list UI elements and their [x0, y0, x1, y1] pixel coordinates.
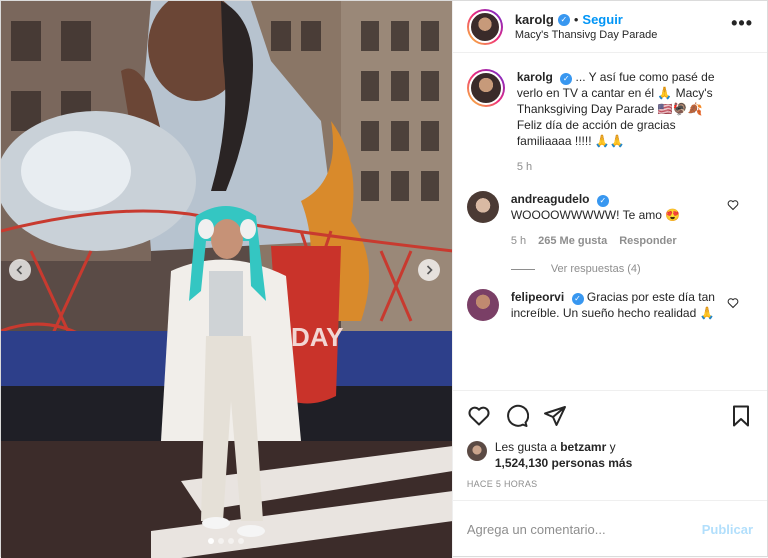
heart-icon[interactable]	[467, 404, 491, 428]
float-sign-text: DAY	[291, 322, 344, 352]
verified-badge-icon: ✓	[560, 73, 573, 85]
likes-summary[interactable]: Les gusta a betzamr y 1,524,130 personas…	[466, 439, 753, 471]
comment-text: WOOOOWWWWW! Te amo 😍	[510, 208, 681, 222]
chevron-left-icon	[16, 265, 23, 275]
verified-badge-icon: ✓	[596, 195, 609, 207]
likes-count[interactable]: 1,524,130 personas más	[495, 456, 632, 470]
liker-avatar	[466, 441, 487, 461]
post-side-panel: karolg ✓ • Seguir Macy's Thansivg Day Pa…	[451, 1, 767, 558]
comments-section[interactable]: karolg ✓ ... Y así fue como pasé de verl…	[453, 53, 767, 390]
post-caption: karolg ✓ ... Y así fue como pasé de verl…	[466, 69, 753, 175]
chevron-right-icon	[426, 265, 433, 275]
comment-item: andreagudelo ✓ WOOOOWWWWW! Te amo 😍 5 h …	[466, 191, 753, 249]
separator-dot: •	[573, 12, 579, 27]
likes-prefix: Les gusta a	[494, 440, 557, 454]
post-photo[interactable]: DAY	[1, 1, 452, 558]
comment-likes[interactable]: 265 Me gusta	[538, 233, 607, 249]
share-icon[interactable]	[543, 404, 567, 428]
instagram-post: DAY karolg ✓ • Seguir Macy's Thansivg Da…	[0, 0, 768, 558]
view-replies-button[interactable]: Ver respuestas (4)	[510, 263, 753, 275]
carousel-indicator	[208, 538, 245, 544]
comment-username[interactable]: andreagudelo	[511, 192, 590, 206]
post-timestamp[interactable]: HACE 5 HORAS	[467, 479, 753, 489]
commenter-avatar[interactable]	[466, 191, 499, 223]
post-actions: Les gusta a betzamr y 1,524,130 personas…	[452, 390, 767, 500]
parade-photo: DAY	[1, 1, 452, 558]
follow-button[interactable]: Seguir	[582, 12, 622, 27]
verified-badge-icon: ✓	[571, 293, 584, 305]
view-replies-label: Ver respuestas (4)	[550, 263, 641, 275]
carousel-dot	[218, 538, 225, 544]
commenter-avatar[interactable]	[466, 289, 499, 321]
comment-username[interactable]: felipeorvi	[511, 290, 564, 304]
like-comment-heart-icon[interactable]	[727, 297, 739, 309]
bookmark-icon[interactable]	[729, 404, 753, 428]
comment-icon[interactable]	[505, 404, 529, 428]
comment-time[interactable]: 5 h	[511, 233, 526, 249]
post-header: karolg ✓ • Seguir Macy's Thansivg Day Pa…	[452, 1, 767, 53]
like-comment-heart-icon[interactable]	[727, 199, 739, 211]
author-avatar[interactable]	[466, 8, 503, 45]
verified-badge-icon: ✓	[557, 13, 570, 26]
liker-username[interactable]: betzamr	[560, 440, 606, 454]
add-comment-bar: Publicar	[452, 500, 767, 558]
carousel-dot	[228, 538, 235, 544]
publish-button[interactable]: Publicar	[702, 522, 753, 537]
caption-username[interactable]: karolg	[517, 70, 553, 84]
carousel-next-button[interactable]	[417, 259, 440, 281]
more-options-icon[interactable]: •••	[731, 13, 753, 34]
carousel-dot	[208, 538, 215, 544]
replies-divider	[510, 268, 535, 270]
post-location[interactable]: Macy's Thansivg Day Parade	[515, 29, 658, 41]
add-comment-input[interactable]	[466, 522, 702, 537]
carousel-dot	[238, 538, 245, 544]
caption-time[interactable]: 5 h	[517, 159, 532, 175]
reply-button[interactable]: Responder	[619, 233, 676, 249]
comment-item: felipeorvi ✓ Gracias por este día tan in…	[466, 289, 753, 321]
carousel-prev-button[interactable]	[9, 259, 31, 281]
caption-author-avatar[interactable]	[466, 69, 505, 107]
author-username[interactable]: karolg	[515, 12, 554, 27]
likes-conjunction: y	[609, 440, 616, 454]
